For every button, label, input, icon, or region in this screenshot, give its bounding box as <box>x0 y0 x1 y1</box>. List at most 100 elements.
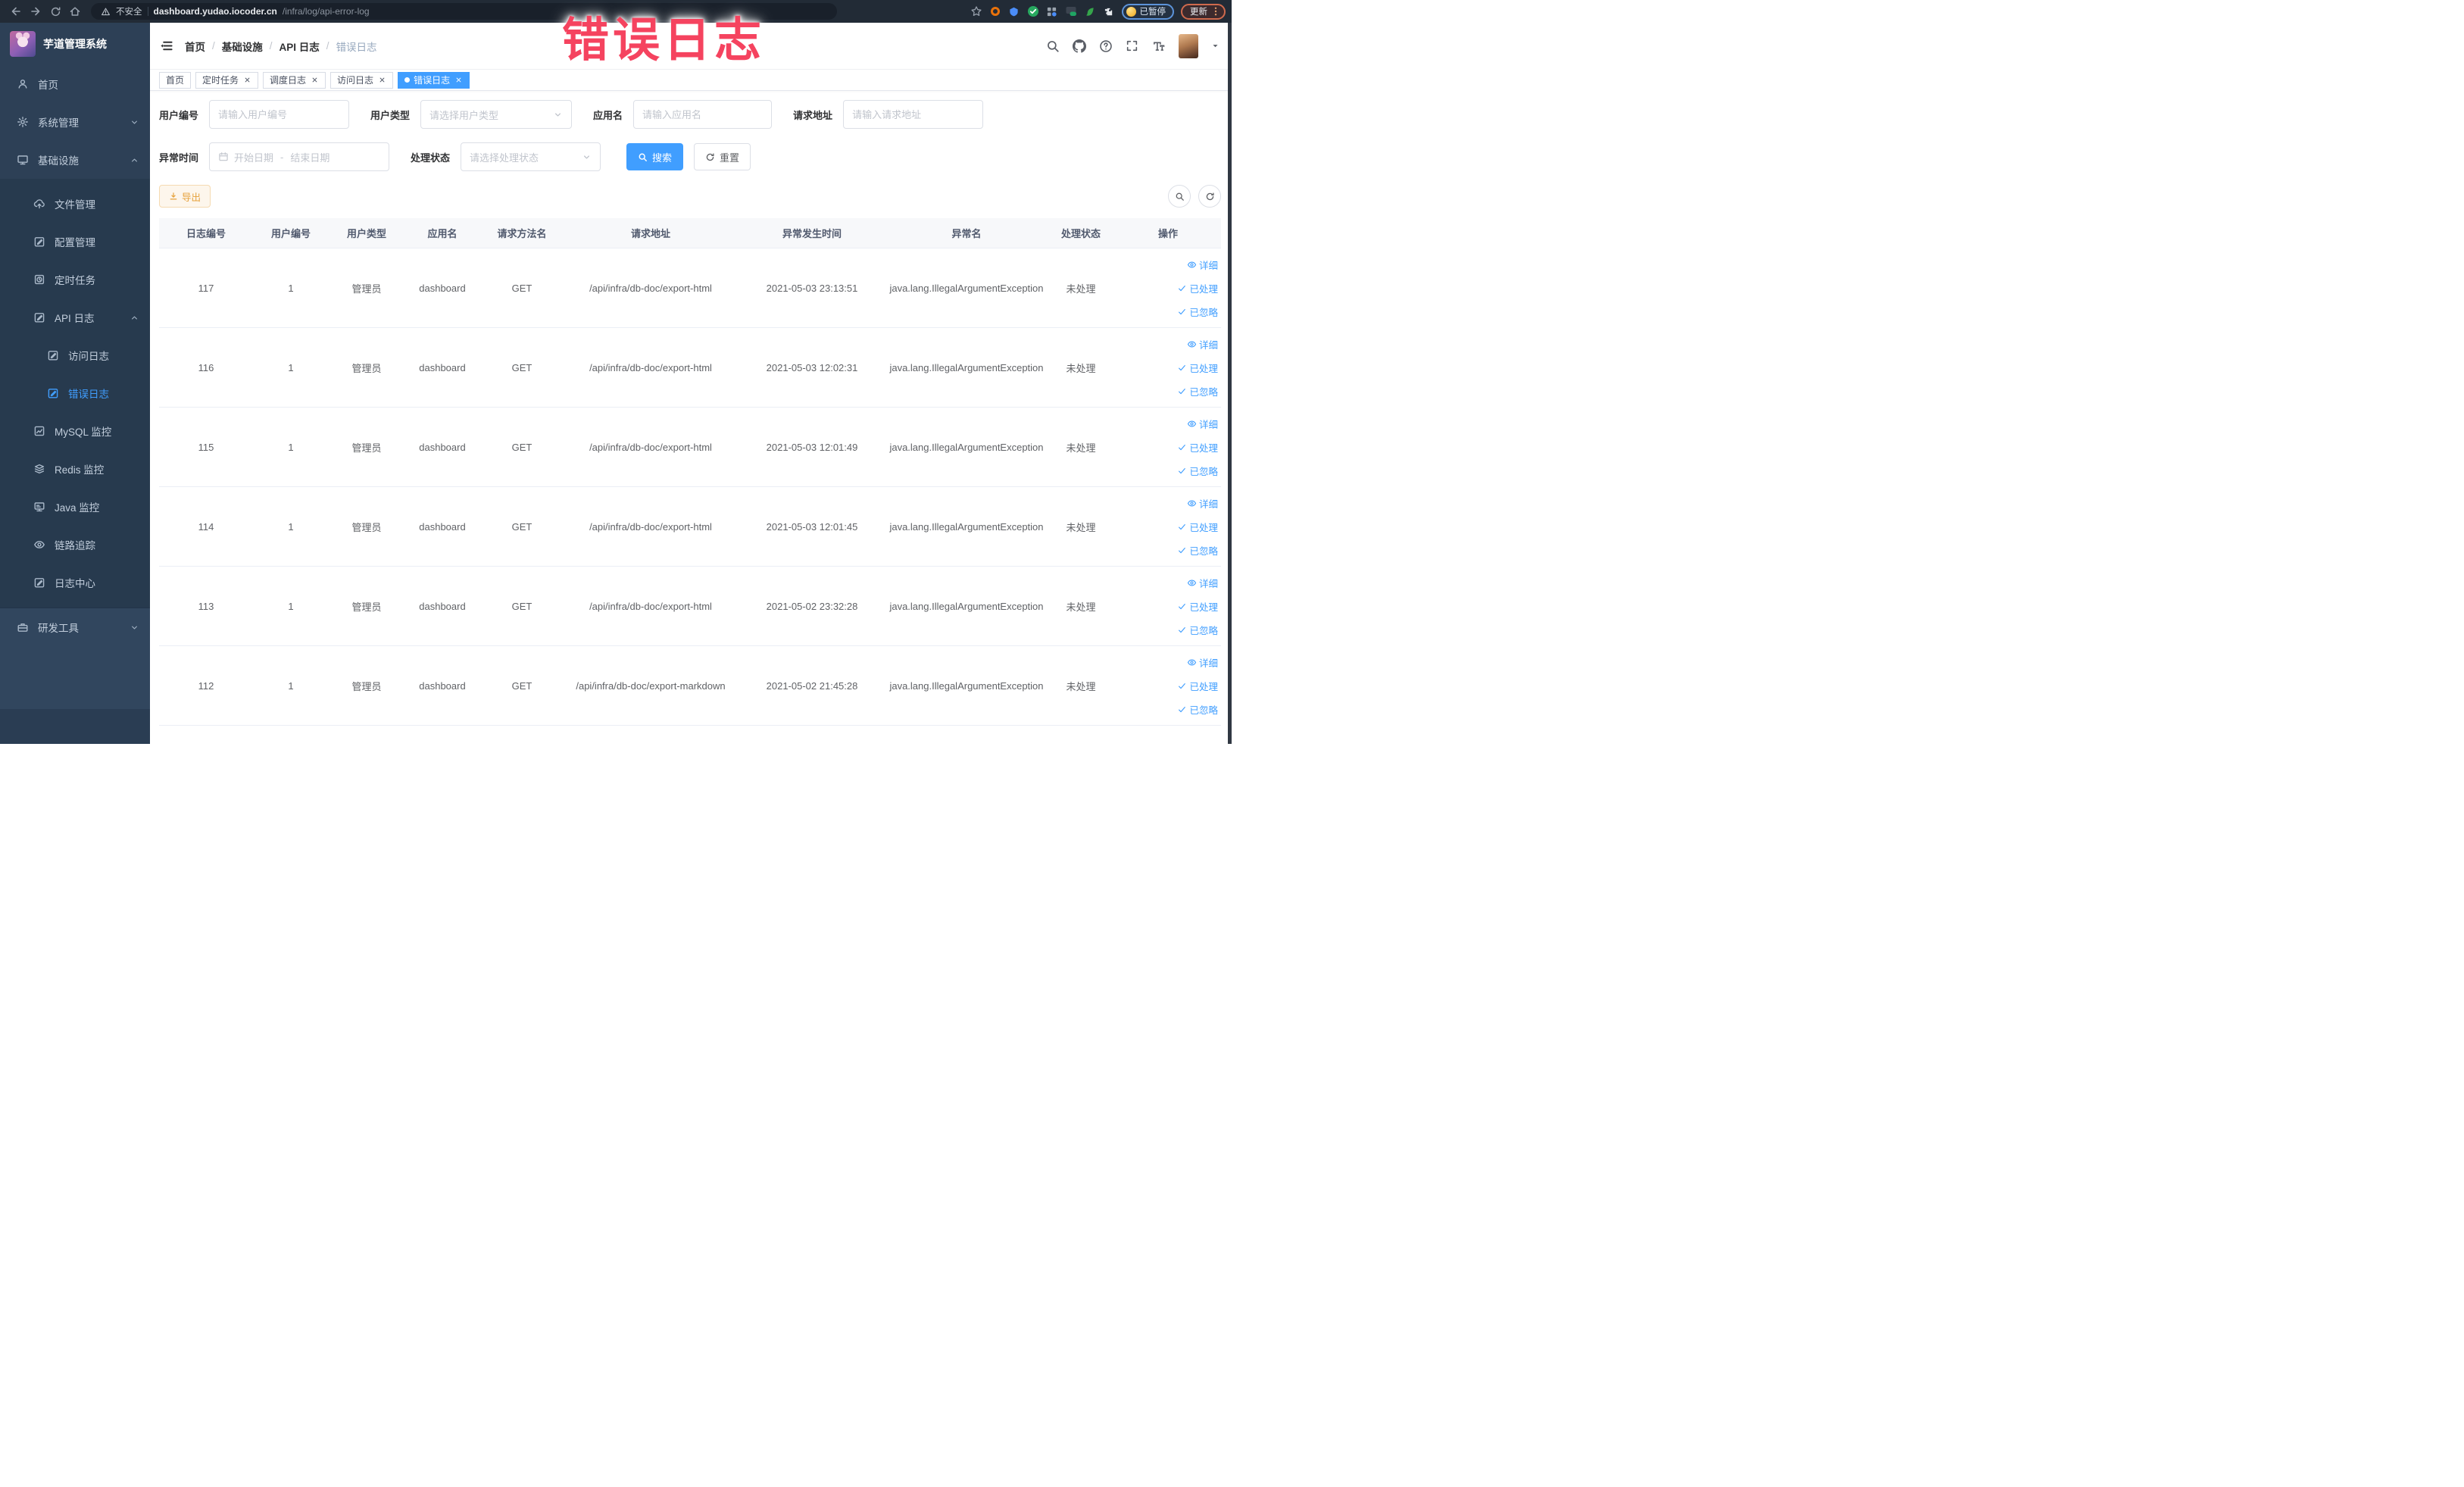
cell-method: GET <box>511 441 532 453</box>
tab-定时任务[interactable]: 定时任务 <box>195 71 259 89</box>
date-range-picker[interactable]: 开始日期 - 结束日期 <box>209 142 390 171</box>
tab-label: 调度日志 <box>270 75 307 86</box>
target-icon[interactable] <box>989 5 1001 17</box>
sidebar-item-研发工具[interactable]: 研发工具 <box>0 608 150 646</box>
action-processed-link[interactable]: 已处理 <box>1177 520 1218 534</box>
action-detail-link[interactable]: 详细 <box>1187 258 1218 272</box>
tab-调度日志[interactable]: 调度日志 <box>263 71 326 89</box>
breadcrumb-api-log[interactable]: API 日志 <box>280 39 320 54</box>
action-ignored-link[interactable]: 已忽略 <box>1177 543 1218 558</box>
sidebar-item-访问日志[interactable]: 访问日志 <box>0 336 150 374</box>
toggle-search-button[interactable] <box>1168 185 1191 208</box>
search-button[interactable]: 搜索 <box>626 143 684 170</box>
forward-icon[interactable] <box>28 4 43 19</box>
action-processed-link[interactable]: 已处理 <box>1177 599 1218 614</box>
check-circle-icon[interactable] <box>1027 5 1039 17</box>
date-end-placeholder[interactable]: 结束日期 <box>290 150 329 164</box>
action-ignored-link[interactable]: 已忽略 <box>1177 702 1218 717</box>
breadcrumb-home[interactable]: 首页 <box>185 39 205 54</box>
user-avatar[interactable] <box>1179 33 1198 58</box>
export-button[interactable]: 导出 <box>159 185 211 208</box>
close-icon[interactable] <box>454 76 463 84</box>
grid-icon[interactable] <box>1046 5 1058 17</box>
update-browser-button[interactable]: 更新 <box>1181 3 1226 20</box>
cell-status: 未处理 <box>1066 283 1096 295</box>
sidebar-item-基础设施[interactable]: 基础设施 <box>0 141 150 179</box>
leaf-icon[interactable] <box>1084 5 1096 17</box>
cell-app_name: dashboard <box>419 679 466 692</box>
home-icon[interactable] <box>67 4 83 19</box>
back-icon[interactable] <box>8 4 23 19</box>
tab-错误日志[interactable]: 错误日志 <box>398 71 470 89</box>
close-icon[interactable] <box>243 76 251 84</box>
edit-icon <box>33 576 45 589</box>
font-size-icon[interactable] <box>1152 39 1166 53</box>
action-processed-link[interactable]: 已处理 <box>1177 281 1218 295</box>
fullscreen-icon[interactable] <box>1126 39 1139 53</box>
cell-user_id: 1 <box>288 441 294 453</box>
action-ignored-link[interactable]: 已忽略 <box>1177 384 1218 398</box>
sidebar-item-配置管理[interactable]: 配置管理 <box>0 223 150 261</box>
star-icon[interactable] <box>970 5 982 17</box>
check-icon <box>1177 363 1187 373</box>
action-detail-link[interactable]: 详细 <box>1187 576 1218 590</box>
sidebar-item-MySQL-监控[interactable]: MySQL 监控 <box>0 412 150 450</box>
page-scrollbar[interactable] <box>1228 23 1232 744</box>
sidebar-logo[interactable]: 芋道管理系统 <box>0 23 150 65</box>
tab-label: 定时任务 <box>202 75 239 86</box>
cell-exception: java.lang.IllegalArgumentException <box>889 441 1044 453</box>
github-icon[interactable] <box>1073 39 1086 53</box>
refresh-button[interactable] <box>1198 185 1221 208</box>
filter-label: 异常时间 <box>159 152 199 164</box>
action-detail-link[interactable]: 详细 <box>1187 337 1218 351</box>
search-icon[interactable] <box>1046 39 1060 53</box>
user-id-input[interactable] <box>209 100 350 129</box>
puzzle-icon[interactable] <box>1103 5 1115 17</box>
help-icon[interactable] <box>1099 39 1113 53</box>
action-detail-link[interactable]: 详细 <box>1187 496 1218 511</box>
action-detail-link[interactable]: 详细 <box>1187 417 1218 431</box>
check-icon <box>1177 522 1187 532</box>
date-start-placeholder[interactable]: 开始日期 <box>234 150 273 164</box>
reset-button[interactable]: 重置 <box>694 143 751 170</box>
check-icon <box>1177 625 1187 635</box>
action-ignored-link[interactable]: 已忽略 <box>1177 623 1218 637</box>
sidebar-item-系统管理[interactable]: 系统管理 <box>0 103 150 141</box>
caret-down-icon[interactable] <box>1211 42 1220 50</box>
process-status-select[interactable]: 请选择处理状态 <box>461 142 601 171</box>
hamburger-icon[interactable] <box>159 39 173 53</box>
cell-actions: 详细已处理已忽略 <box>1115 487 1221 566</box>
cell-id: 114 <box>198 520 214 533</box>
breadcrumb-infra[interactable]: 基础设施 <box>222 39 263 54</box>
action-ignored-link[interactable]: 已忽略 <box>1177 305 1218 319</box>
app-name-input[interactable] <box>633 100 773 129</box>
sidebar-item-首页[interactable]: 首页 <box>0 65 150 103</box>
sidebar-item-API-日志[interactable]: API 日志 <box>0 298 150 336</box>
action-detail-link[interactable]: 详细 <box>1187 655 1218 670</box>
sidebar-item-错误日志[interactable]: 错误日志 <box>0 374 150 412</box>
sidebar-item-定时任务[interactable]: 定时任务 <box>0 261 150 298</box>
sidebar-item-日志中心[interactable]: 日志中心 <box>0 564 150 601</box>
tab-访问日志[interactable]: 访问日志 <box>330 71 394 89</box>
kebab-menu-icon[interactable] <box>1210 6 1221 17</box>
action-processed-link[interactable]: 已处理 <box>1177 440 1218 455</box>
sidebar-item-Java-监控[interactable]: Java 监控 <box>0 488 150 526</box>
cell-id: 116 <box>198 361 214 373</box>
action-processed-link[interactable]: 已处理 <box>1177 361 1218 375</box>
security-label[interactable]: 不安全 <box>116 5 142 17</box>
user-type-select[interactable]: 请选择用户类型 <box>420 100 573 129</box>
close-icon[interactable] <box>311 76 319 84</box>
request-url-input[interactable] <box>843 100 984 129</box>
sidebar-item-文件管理[interactable]: 文件管理 <box>0 185 150 223</box>
column-header: 日志编号 <box>186 228 226 239</box>
reload-icon[interactable] <box>48 4 63 19</box>
shield-icon[interactable] <box>1008 5 1020 17</box>
tab-首页[interactable]: 首页 <box>159 71 192 89</box>
action-processed-link[interactable]: 已处理 <box>1177 679 1218 693</box>
sidebar-item-链路追踪[interactable]: 链路追踪 <box>0 526 150 564</box>
action-ignored-link[interactable]: 已忽略 <box>1177 464 1218 478</box>
paused-extension-badge[interactable]: 已暂停 <box>1121 3 1174 20</box>
on-badge-icon[interactable] <box>1065 5 1077 17</box>
close-icon[interactable] <box>378 76 386 84</box>
sidebar-item-Redis-监控[interactable]: Redis 监控 <box>0 450 150 488</box>
